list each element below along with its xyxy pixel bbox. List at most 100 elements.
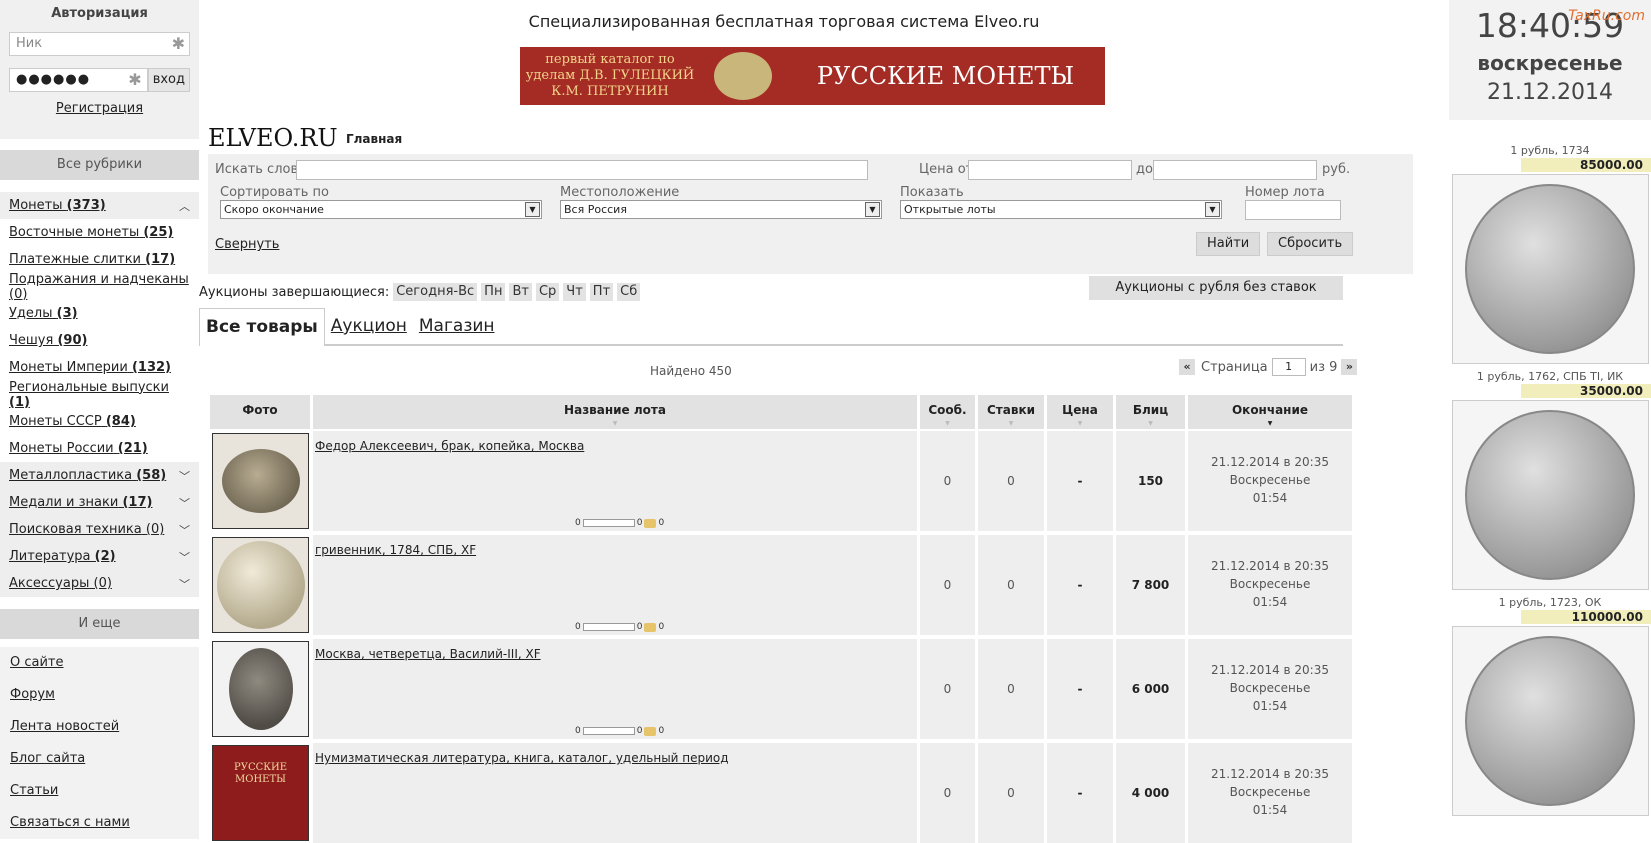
rubric-item[interactable]: Поисковая техника (0) ﹀ (0, 516, 199, 543)
more-link-articles[interactable]: Статьи (10, 783, 58, 798)
tab-auction[interactable]: Аукцион (325, 308, 413, 344)
lot-title-link[interactable]: Нумизматическая литература, книга, катал… (315, 751, 729, 765)
chevron-down-icon[interactable]: ﹀ (179, 495, 190, 511)
sort-select[interactable]: Скоро окончание ▼ (220, 200, 542, 219)
price-from-input[interactable] (968, 160, 1132, 180)
day-chip[interactable]: Ср (535, 283, 560, 301)
featured-photo[interactable] (1451, 626, 1649, 816)
login-button[interactable]: вход (147, 68, 190, 92)
more-header[interactable]: И еще (0, 609, 199, 639)
more-link-blog[interactable]: Блог сайта (10, 751, 85, 766)
col-end[interactable]: Окончание ▼ (1188, 395, 1352, 429)
more-link-about[interactable]: О сайте (10, 655, 64, 670)
sort-icon[interactable]: ▼ (1116, 421, 1185, 427)
rubric-item[interactable]: Металлопластика (58) ﹀ (0, 462, 199, 489)
chevron-down-icon[interactable]: ﹀ (179, 549, 190, 565)
page-of: из 9 (1309, 359, 1338, 375)
lot-bids: 0 (978, 535, 1044, 635)
sort-icon[interactable]: ▼ (978, 421, 1044, 427)
nick-input[interactable]: Ник ✱ (9, 32, 190, 56)
table-row[interactable]: Федор Алексеевич, брак, копейка, Москва … (210, 431, 1355, 531)
sort-desc-icon[interactable]: ▼ (1188, 421, 1352, 427)
featured-item[interactable]: 1 рубль, 1734 85000.00 (1449, 144, 1651, 364)
chevron-up-icon[interactable]: ︿ (179, 198, 190, 214)
dropdown-arrow-icon[interactable]: ▼ (865, 202, 880, 217)
table-row[interactable]: Москва, четверетца, Василий-III, XF 000 … (210, 639, 1355, 739)
chevron-down-icon[interactable]: ﹀ (179, 522, 190, 538)
lot-photo[interactable] (212, 433, 309, 529)
sort-icon[interactable]: ▼ (313, 421, 917, 427)
price-to-input[interactable] (1153, 160, 1317, 180)
rubric-item[interactable]: Аксессуары (0) ﹀ (0, 570, 199, 597)
dropdown-arrow-icon[interactable]: ▼ (525, 202, 540, 217)
location-select[interactable]: Вся Россия ▼ (560, 200, 882, 219)
lot-title-link[interactable]: Москва, четверетца, Василий-III, XF (315, 647, 541, 661)
lot-bids: 0 (978, 639, 1044, 739)
no-bids-auctions-button[interactable]: Аукционы с рубля без ставок (1089, 276, 1343, 300)
rubric-item[interactable]: Платежные слитки (17) (0, 246, 199, 273)
featured-item[interactable]: 1 рубль, 1723, ОК 110000.00 (1449, 596, 1651, 816)
prev-page-icon[interactable]: « (1179, 359, 1195, 375)
featured-photo[interactable] (1451, 400, 1649, 590)
clock-weekday: воскресенье (1477, 51, 1623, 75)
show-select[interactable]: Открытые лоты ▼ (900, 200, 1222, 219)
rubric-item[interactable]: Медали и знаки (17) ﹀ (0, 489, 199, 516)
chevron-down-icon[interactable]: ﹀ (179, 576, 190, 592)
lot-photo[interactable] (212, 537, 309, 633)
more-link-news[interactable]: Лента новостей (10, 719, 119, 734)
ad-banner[interactable]: первый каталог по уделам Д.В. ГУЛЕЦКИЙ К… (520, 47, 1105, 105)
col-blitz[interactable]: Блиц ▼ (1116, 395, 1185, 429)
lot-photo[interactable] (212, 641, 309, 737)
lot-title-link[interactable]: Федор Алексеевич, брак, копейка, Москва (315, 439, 584, 453)
featured-photo[interactable] (1451, 174, 1649, 364)
col-price[interactable]: Цена ▼ (1047, 395, 1113, 429)
site-logo[interactable]: ELVEO.RU (208, 124, 338, 152)
rubric-item[interactable]: Монеты (373) ︿ (0, 192, 199, 219)
col-bids[interactable]: Ставки ▼ (978, 395, 1044, 429)
tab-shop[interactable]: Магазин (413, 308, 501, 344)
day-chip[interactable]: Сб (617, 283, 641, 301)
lot-number-input[interactable] (1245, 200, 1341, 220)
collapse-link[interactable]: Свернуть (215, 237, 279, 252)
lot-number-label: Номер лота (1245, 185, 1325, 200)
reset-button[interactable]: Сбросить (1267, 232, 1354, 256)
chevron-down-icon[interactable]: ﹀ (179, 468, 190, 484)
rubric-item[interactable]: Монеты России (21) (0, 435, 199, 462)
tab-all[interactable]: Все товары (199, 308, 325, 346)
table-row[interactable]: РУССКИЕ МОНЕТЫ Нумизматическая литератур… (210, 743, 1355, 843)
day-chip[interactable]: Пт (589, 283, 614, 301)
sort-icon[interactable]: ▼ (1047, 421, 1113, 427)
rubric-item[interactable]: Восточные монеты (25) (0, 219, 199, 246)
day-chip[interactable]: Чт (563, 283, 586, 301)
day-chip[interactable]: Вт (509, 283, 532, 301)
rubric-item[interactable]: Монеты СССР (84) (0, 408, 199, 435)
rubric-item[interactable]: Монеты Империи (132) (0, 354, 199, 381)
register-link[interactable]: Регистрация (56, 101, 143, 116)
sort-icon[interactable]: ▼ (920, 421, 975, 427)
day-chip[interactable]: Сегодня-Вс (393, 283, 478, 301)
rubric-item[interactable]: Литература (2) ﹀ (0, 543, 199, 570)
more-link-contact[interactable]: Связаться с нами (10, 815, 130, 830)
find-button[interactable]: Найти (1196, 232, 1261, 256)
lot-blitz: 150 (1116, 431, 1185, 531)
dropdown-arrow-icon[interactable]: ▼ (1205, 202, 1220, 217)
rubric-item[interactable]: Чешуя (90) (0, 327, 199, 354)
next-page-icon[interactable]: » (1341, 359, 1358, 375)
search-input[interactable] (296, 160, 868, 180)
col-title[interactable]: Название лота ▼ (313, 395, 917, 429)
page-input[interactable]: 1 (1271, 358, 1306, 376)
results-count: Найдено 450 (650, 364, 732, 378)
rubric-item[interactable]: Уделы (3) (0, 300, 199, 327)
day-chip[interactable]: Пн (481, 283, 506, 301)
col-messages[interactable]: Сооб. ▼ (920, 395, 975, 429)
lot-price: - (1047, 639, 1113, 739)
rubric-item[interactable]: Подражания и надчеканы (0) (0, 272, 199, 302)
lot-title-link[interactable]: гривенник, 1784, СПБ, XF (315, 543, 476, 557)
featured-item[interactable]: 1 рубль, 1762, СПБ TI, ИК 35000.00 (1449, 370, 1651, 590)
rubrics-header[interactable]: Все рубрики (0, 150, 199, 180)
more-link-forum[interactable]: Форум (10, 687, 55, 702)
password-input[interactable]: ●●●●●● ✱ (9, 68, 148, 92)
rubric-item[interactable]: Региональные выпуски (1) (0, 380, 199, 410)
lot-photo[interactable]: РУССКИЕ МОНЕТЫ (212, 745, 309, 841)
table-row[interactable]: гривенник, 1784, СПБ, XF 000 0 0 - 7 800… (210, 535, 1355, 635)
